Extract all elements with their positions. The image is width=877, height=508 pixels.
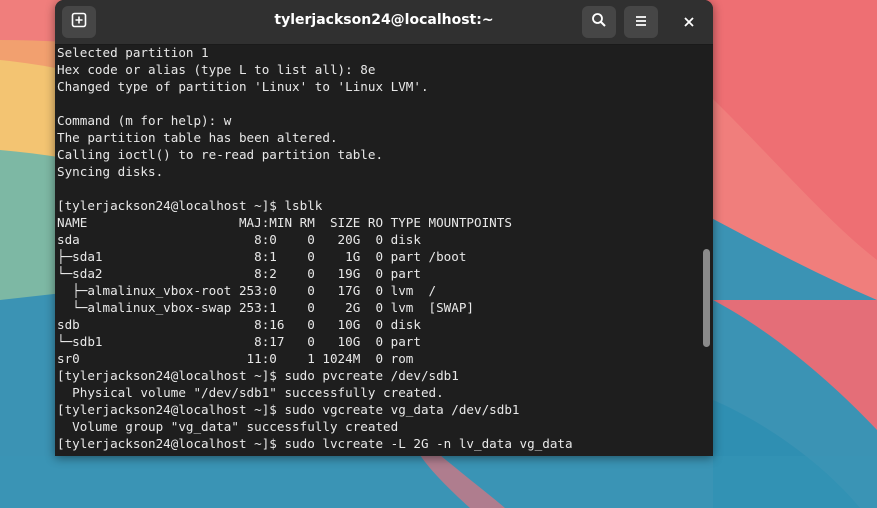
terminal-line: Physical volume "/dev/sdb1" successfully… <box>57 385 444 400</box>
terminal-line: └─almalinux_vbox-swap 253:1 0 2G 0 lvm [… <box>57 300 475 315</box>
hamburger-menu-icon <box>634 13 648 32</box>
search-icon <box>591 12 607 32</box>
terminal-line: The partition table has been altered. <box>57 130 338 145</box>
terminal-line: NAME MAJ:MIN RM SIZE RO TYPE MOUNTPOINTS <box>57 215 512 230</box>
terminal-line: sdb 8:16 0 10G 0 disk <box>57 317 421 332</box>
terminal-line: [tylerjackson24@localhost ~]$ lsblk <box>57 198 323 213</box>
terminal-line: [tylerjackson24@localhost ~]$ sudo vgcre… <box>57 402 520 417</box>
terminal-line: Changed type of partition 'Linux' to 'Li… <box>57 79 429 94</box>
terminal-line: Syncing disks. <box>57 164 164 179</box>
terminal-line: ├─sda1 8:1 0 1G 0 part /boot <box>57 249 467 264</box>
terminal-window: tylerjackson24@localhost:~ Selected part… <box>55 0 713 456</box>
terminal-line: Volume group "vg_data" successfully crea… <box>57 419 399 434</box>
terminal-line: sr0 11:0 1 1024M 0 rom <box>57 351 414 366</box>
title-bar: tylerjackson24@localhost:~ <box>55 0 713 45</box>
terminal-content[interactable]: Selected partition 1 Hex code or alias (t… <box>57 44 697 456</box>
terminal-line: sda 8:0 0 20G 0 disk <box>57 232 421 247</box>
terminal-line: Selected partition 1 <box>57 45 209 60</box>
close-icon <box>683 13 695 32</box>
terminal-line: Hex code or alias (type L to list all): … <box>57 62 376 77</box>
scrollbar[interactable] <box>700 44 713 456</box>
search-button[interactable] <box>582 6 616 38</box>
terminal-line: Command (m for help): w <box>57 113 232 128</box>
terminal-line: └─sdb1 8:17 0 10G 0 part <box>57 334 421 349</box>
close-button[interactable] <box>672 6 706 38</box>
terminal-line: Calling ioctl() to re-read partition tab… <box>57 147 384 162</box>
terminal-line: [tylerjackson24@localhost ~]$ sudo lvcre… <box>57 436 573 451</box>
terminal-line: ├─almalinux_vbox-root 253:0 0 17G 0 lvm … <box>57 283 437 298</box>
terminal-output: Selected partition 1 Hex code or alias (t… <box>57 44 697 452</box>
terminal-line: [tylerjackson24@localhost ~]$ sudo pvcre… <box>57 368 459 383</box>
terminal-line: └─sda2 8:2 0 19G 0 part <box>57 266 421 281</box>
scrollbar-thumb[interactable] <box>703 249 710 347</box>
menu-button[interactable] <box>624 6 658 38</box>
